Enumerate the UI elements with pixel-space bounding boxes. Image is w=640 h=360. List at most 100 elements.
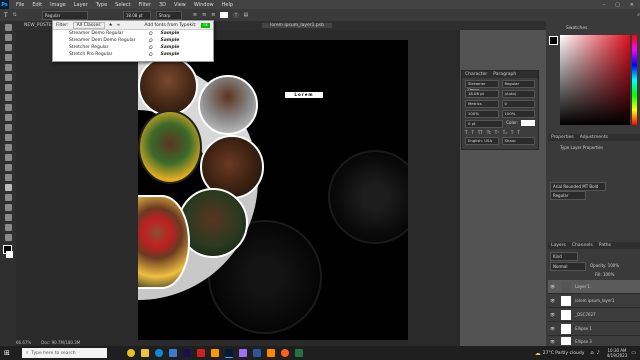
font-family-field[interactable]: Streamer Demo <box>465 80 499 92</box>
layer-row[interactable]: 👁 Layer 1 <box>548 280 640 294</box>
layer-kind-filter[interactable]: Kind <box>550 252 578 261</box>
panels-icon[interactable]: ▤ <box>244 12 249 18</box>
taskbar-search-input[interactable]: ⌕ Type here to search <box>21 348 107 358</box>
volume-icon[interactable]: ♪ <box>597 350 600 356</box>
fill-field[interactable]: Fill: 100% <box>595 272 614 277</box>
vlc-icon[interactable] <box>266 349 275 357</box>
faux-bold-icon[interactable]: T <box>465 130 467 135</box>
font-size-field[interactable]: 18.08 pt <box>122 10 151 20</box>
opacity-field[interactable]: Opacity: 100% <box>590 263 619 268</box>
after-effects-icon[interactable] <box>182 349 191 357</box>
tab-paths[interactable]: Paths <box>599 243 611 248</box>
edit-toolbar-icon[interactable] <box>4 234 12 241</box>
portrait-photo-2[interactable] <box>198 75 258 135</box>
notifications-icon[interactable]: ▭ <box>631 350 636 356</box>
tab-properties[interactable]: Properties <box>551 135 574 140</box>
marquee-tool-icon[interactable] <box>4 34 12 41</box>
photoshop-logo-icon[interactable]: Ps <box>0 0 9 9</box>
file-explorer-icon[interactable] <box>140 349 149 357</box>
gradient-tool-icon[interactable] <box>4 144 12 151</box>
menu-view[interactable]: View <box>174 2 186 8</box>
small-caps-icon[interactable]: Tt <box>487 130 491 135</box>
hand-tool-icon[interactable] <box>4 214 12 221</box>
photoshop-taskbar-icon[interactable] <box>224 348 233 358</box>
edge-icon[interactable] <box>154 349 163 357</box>
horizontal-scale-field[interactable]: 100% <box>501 110 535 118</box>
maximize-icon[interactable]: ▢ <box>615 2 620 8</box>
font-item-streamer-demo[interactable]: Streamer Demo Regular 𝑂 Sample <box>53 30 213 37</box>
path-select-icon[interactable] <box>4 194 12 201</box>
orientation-icon[interactable]: ⇅ <box>13 12 17 18</box>
firefox-icon[interactable] <box>280 349 289 357</box>
weather-text[interactable]: 27°C Partly cloudy <box>543 351 585 356</box>
brush-tool-icon[interactable] <box>4 104 12 111</box>
dodge-tool-icon[interactable] <box>4 164 12 171</box>
swatches-tab[interactable]: Swatches <box>566 26 588 31</box>
shape-tool-icon[interactable] <box>4 204 12 211</box>
lorem-ipsum-text-layer[interactable]: Lorem Ipsum <box>285 92 323 103</box>
menu-select[interactable]: Select <box>115 2 130 8</box>
baseline-field[interactable]: 0 pt <box>465 120 504 128</box>
font-style-field[interactable]: Regular <box>41 10 88 20</box>
tab-lorem-ipsum[interactable]: lorem ipsum_layer1.psb <box>262 23 332 28</box>
warp-text-icon[interactable]: Ⓣ <box>233 12 238 19</box>
all-caps-icon[interactable]: TT <box>478 130 483 135</box>
eye-icon[interactable]: 👁 <box>550 339 555 344</box>
tracking-field[interactable]: 0 <box>501 100 535 108</box>
stamp-tool-icon[interactable] <box>4 114 12 121</box>
move-tool-icon[interactable] <box>4 24 12 31</box>
layer-row[interactable]: 👁 _DSC7627 <box>548 308 640 322</box>
lasso-tool-icon[interactable] <box>4 44 12 51</box>
quick-select-tool-icon[interactable] <box>4 54 12 61</box>
align-right-icon[interactable]: ≡ <box>211 12 215 18</box>
zoom-tool-icon[interactable] <box>4 224 12 231</box>
text-color-swatch[interactable] <box>521 120 535 126</box>
eye-icon[interactable]: 👁 <box>550 326 555 331</box>
frame-tool-icon[interactable] <box>4 74 12 81</box>
properties-font-field[interactable]: Arial Rounded MT Bold <box>550 182 606 191</box>
menu-3d[interactable]: 3D <box>159 2 166 8</box>
menu-filter[interactable]: Filter <box>139 2 151 8</box>
eye-icon[interactable]: 👁 <box>550 312 555 317</box>
antialias-field[interactable]: Sharp <box>155 10 182 20</box>
illustrator-icon[interactable] <box>210 349 219 357</box>
type-tool-icon[interactable] <box>4 184 12 191</box>
menu-file[interactable]: File <box>16 2 24 8</box>
windows-start-icon[interactable]: ⊞ <box>4 349 10 357</box>
text-color-swatch[interactable] <box>220 12 229 18</box>
layer-row[interactable]: 👁 lorem ipsum_layer1 <box>548 294 640 308</box>
language-field[interactable]: English: USA <box>465 137 499 145</box>
eye-icon[interactable]: 👁 <box>550 298 555 303</box>
menu-type[interactable]: Type <box>96 2 107 8</box>
menu-image[interactable]: Image <box>50 2 66 8</box>
tab-channels[interactable]: Channels <box>572 243 593 248</box>
pen-tool-icon[interactable] <box>4 174 12 181</box>
crop-tool-icon[interactable] <box>4 64 12 71</box>
hue-slider[interactable] <box>632 35 637 125</box>
chrome-icon[interactable] <box>126 349 135 357</box>
typekit-icon[interactable]: Tk <box>200 22 210 28</box>
eyedropper-tool-icon[interactable] <box>4 84 12 91</box>
premiere-icon[interactable] <box>238 349 247 357</box>
faux-italic-icon[interactable]: T <box>471 130 473 135</box>
acrobat-icon[interactable] <box>196 349 205 357</box>
menu-layer[interactable]: Layer <box>74 2 88 8</box>
underline-icon[interactable]: T <box>511 130 513 135</box>
fg-color-chip[interactable] <box>549 36 558 45</box>
font-style-field[interactable]: Regular <box>501 80 535 88</box>
portrait-photo-1[interactable] <box>138 56 198 116</box>
healing-tool-icon[interactable] <box>4 94 12 101</box>
font-item-stretch-pro[interactable]: Stretch Pro Regular 𝑂 Sample <box>53 51 213 58</box>
kerning-field[interactable]: Metrics <box>465 100 499 108</box>
star-filter-icon[interactable]: ★ <box>109 23 113 28</box>
tab-adjustments[interactable]: Adjustments <box>580 135 608 140</box>
word-icon[interactable] <box>252 349 261 357</box>
blend-mode-select[interactable]: Normal <box>550 262 586 271</box>
superscript-icon[interactable]: T¹ <box>495 130 499 135</box>
tab-paragraph[interactable]: Paragraph <box>493 72 516 77</box>
align-left-icon[interactable]: ≡ <box>193 12 197 18</box>
font-size-field[interactable]: 18.08 pt <box>465 90 499 98</box>
align-center-icon[interactable]: ≡ <box>202 12 206 18</box>
network-icon[interactable]: ⌂ <box>590 350 593 356</box>
history-brush-icon[interactable] <box>4 124 12 131</box>
